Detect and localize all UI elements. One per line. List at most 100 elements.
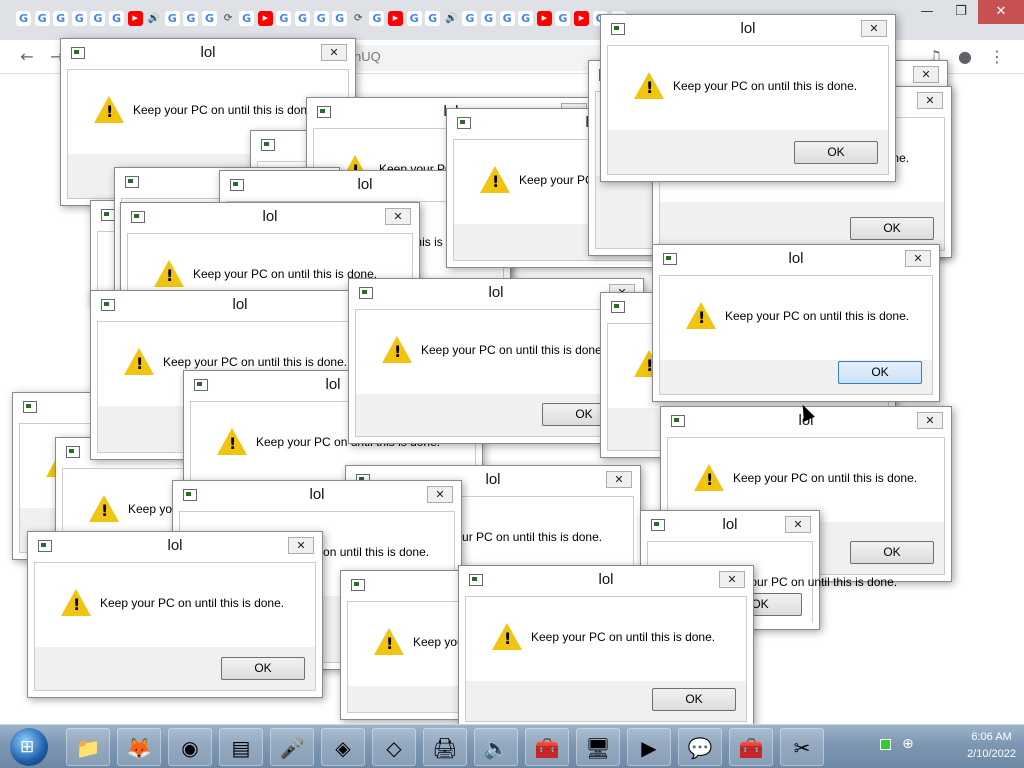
ok-button[interactable]: OK (850, 541, 934, 564)
taskbar-app-toolbox[interactable]: 🧰 (525, 728, 569, 766)
dialog-titlebar[interactable]: lol✕ (349, 279, 643, 309)
dialog-close-button[interactable]: ✕ (427, 486, 453, 503)
dialog-message-area: Keep your PC on until this is done. (35, 563, 315, 647)
warning-icon (94, 96, 124, 123)
tab-favicon-icon[interactable]: G (16, 11, 31, 26)
taskbar-app-explorer[interactable]: 📁 (66, 728, 110, 766)
ok-button[interactable]: OK (221, 657, 305, 680)
tab-favicon-icon[interactable]: G (499, 11, 515, 26)
back-arrow-icon[interactable]: ← (16, 46, 38, 68)
dialog-close-button[interactable]: ✕ (719, 571, 745, 588)
dialog-close-button[interactable]: ✕ (917, 412, 943, 429)
dialog-close-button[interactable]: ✕ (606, 471, 632, 488)
dialog-close-button[interactable]: ✕ (917, 92, 943, 109)
taskbar-app-media[interactable]: ▶ (627, 728, 671, 766)
taskbar-app-chat[interactable]: 💬 (678, 728, 722, 766)
dialog-close-button[interactable]: ✕ (385, 208, 411, 225)
dialog-close-button[interactable]: ✕ (905, 250, 931, 267)
tab-favicon-icon[interactable]: G (406, 11, 422, 26)
ok-button[interactable]: OK (652, 688, 736, 711)
tab-favicon-icon[interactable]: G (53, 11, 69, 26)
dialog-button-area: OK (466, 681, 746, 721)
tab-favicon-icon[interactable]: 🔊 (146, 11, 161, 26)
cube-icon: ◈ (335, 736, 351, 760)
tab-favicon-icon[interactable]: G (462, 11, 478, 26)
tab-favicon-icon[interactable]: G (239, 11, 255, 26)
tab-favicon-icon[interactable]: G (109, 11, 124, 26)
profile-icon[interactable]: ● (954, 46, 976, 68)
menu-kebab-icon[interactable]: ⋮ (986, 46, 1008, 68)
tab-favicon-icon[interactable]: ⟳ (351, 11, 366, 26)
tab-favicon-icon[interactable]: ▶ (574, 11, 589, 26)
tab-favicon-icon[interactable]: ▶ (257, 11, 273, 26)
tab-favicon-icon[interactable]: G (183, 11, 199, 26)
dialog-titlebar[interactable]: lol✕ (61, 39, 355, 69)
taskbar-app-chrome[interactable]: ◉ (168, 728, 212, 766)
start-button[interactable]: ⊞ (10, 728, 48, 766)
tab-favicon-icon[interactable]: G (518, 11, 534, 26)
tab-favicon-icon[interactable]: G (555, 11, 571, 26)
tab-favicon-icon[interactable]: G (71, 11, 87, 26)
ok-button[interactable]: OK (794, 141, 878, 164)
dialog-message: Keep your PC on until this is done. (733, 471, 918, 485)
taskbar-app-notepad[interactable]: ▤ (219, 728, 263, 766)
dialog-titlebar[interactable]: lol✕ (28, 532, 322, 562)
tab-favicon-icon[interactable]: ▶ (127, 11, 143, 26)
tab-favicon-icon[interactable]: G (332, 11, 348, 26)
dialog-close-button[interactable]: ✕ (321, 44, 347, 61)
tab-favicon-icon[interactable]: G (90, 11, 106, 26)
tab-favicon-icon[interactable]: ⟳ (221, 11, 236, 26)
tab-favicon-icon[interactable]: G (481, 11, 496, 26)
close-window-button[interactable]: ✕ (978, 0, 1024, 24)
taskbar-app-speaker[interactable]: 🔈 (474, 728, 518, 766)
tab-favicon-icon[interactable]: G (295, 11, 310, 26)
tab-favicon-icon[interactable]: ▶ (388, 11, 403, 26)
dialog-close-button[interactable]: ✕ (861, 20, 887, 37)
dialog-titlebar[interactable]: lol✕ (601, 15, 895, 45)
taskbar-app-microphone[interactable]: 🎤 (270, 728, 314, 766)
ok-button[interactable]: OK (838, 361, 922, 384)
tab-favicon-icon[interactable]: G (425, 11, 441, 26)
taskbar-app-monitor[interactable]: 🖥 (576, 728, 620, 766)
dialog-title: lol (262, 208, 278, 225)
taskbar-app-toolbox2[interactable]: 🧰 (729, 728, 773, 766)
dialog-close-button[interactable]: ✕ (785, 516, 811, 533)
restore-button[interactable]: ❐ (944, 0, 978, 24)
tab-favicon-icon[interactable]: 🔊 (444, 11, 459, 26)
window-controls: — ❐ ✕ (910, 0, 1024, 24)
dialog-titlebar[interactable]: lol ✕ (121, 203, 419, 233)
dialog-body: Keep your PC on until this is done. OK (465, 596, 747, 722)
dialog-titlebar[interactable]: lol ✕ (459, 566, 753, 596)
dialog-message-area: Keep your PC on until this is done. (466, 597, 746, 681)
dialog-titlebar[interactable]: lol✕ (653, 245, 939, 275)
tab-favicon-icon[interactable]: ▶ (536, 11, 552, 26)
dialog-close-button[interactable]: ✕ (288, 537, 314, 554)
tab-favicon-icon[interactable]: G (276, 11, 292, 26)
tab-favicon-icon[interactable]: G (164, 11, 180, 26)
dialog-close-button[interactable]: ✕ (913, 66, 939, 83)
network-icon[interactable]: ⊕ (902, 736, 914, 752)
tab-favicon-icon[interactable]: G (202, 11, 217, 26)
taskbar-app-cube[interactable]: ◈ (321, 728, 365, 766)
taskbar-app-scissors[interactable]: ✂ (780, 728, 824, 766)
taskbar-app-app[interactable]: ◇ (372, 728, 416, 766)
taskbar-app-firefox[interactable]: 🦊 (117, 728, 161, 766)
taskbar-app-printer[interactable]: 🖨 (423, 728, 467, 766)
tab-favicon-icon[interactable]: G (369, 11, 385, 26)
clock[interactable]: 6:06 AM 2/10/2022 (967, 729, 1016, 763)
tab-favicon-icon[interactable]: G (313, 11, 329, 26)
dialog-message: Keep your PC on until this is done. (531, 630, 716, 644)
media-icon: ▶ (641, 736, 657, 760)
address-bar-text: nUQ (354, 49, 381, 64)
chat-icon: 💬 (687, 736, 713, 760)
dialog-title: lol (598, 571, 614, 588)
tray-status-icon[interactable] (880, 739, 891, 750)
tab-favicon-icon[interactable]: G (34, 11, 50, 26)
ok-button[interactable]: OK (850, 217, 934, 240)
dialog-titlebar[interactable]: lol✕ (173, 481, 461, 511)
minimize-button[interactable]: — (910, 0, 944, 24)
message-dialog: lol ✕ Keep your PC on until this is done. O… (600, 14, 896, 182)
dialog-titlebar[interactable]: lol✕ (641, 511, 819, 541)
dialog-title: lol (232, 296, 248, 313)
dialog-titlebar[interactable]: lol✕ (91, 291, 389, 321)
